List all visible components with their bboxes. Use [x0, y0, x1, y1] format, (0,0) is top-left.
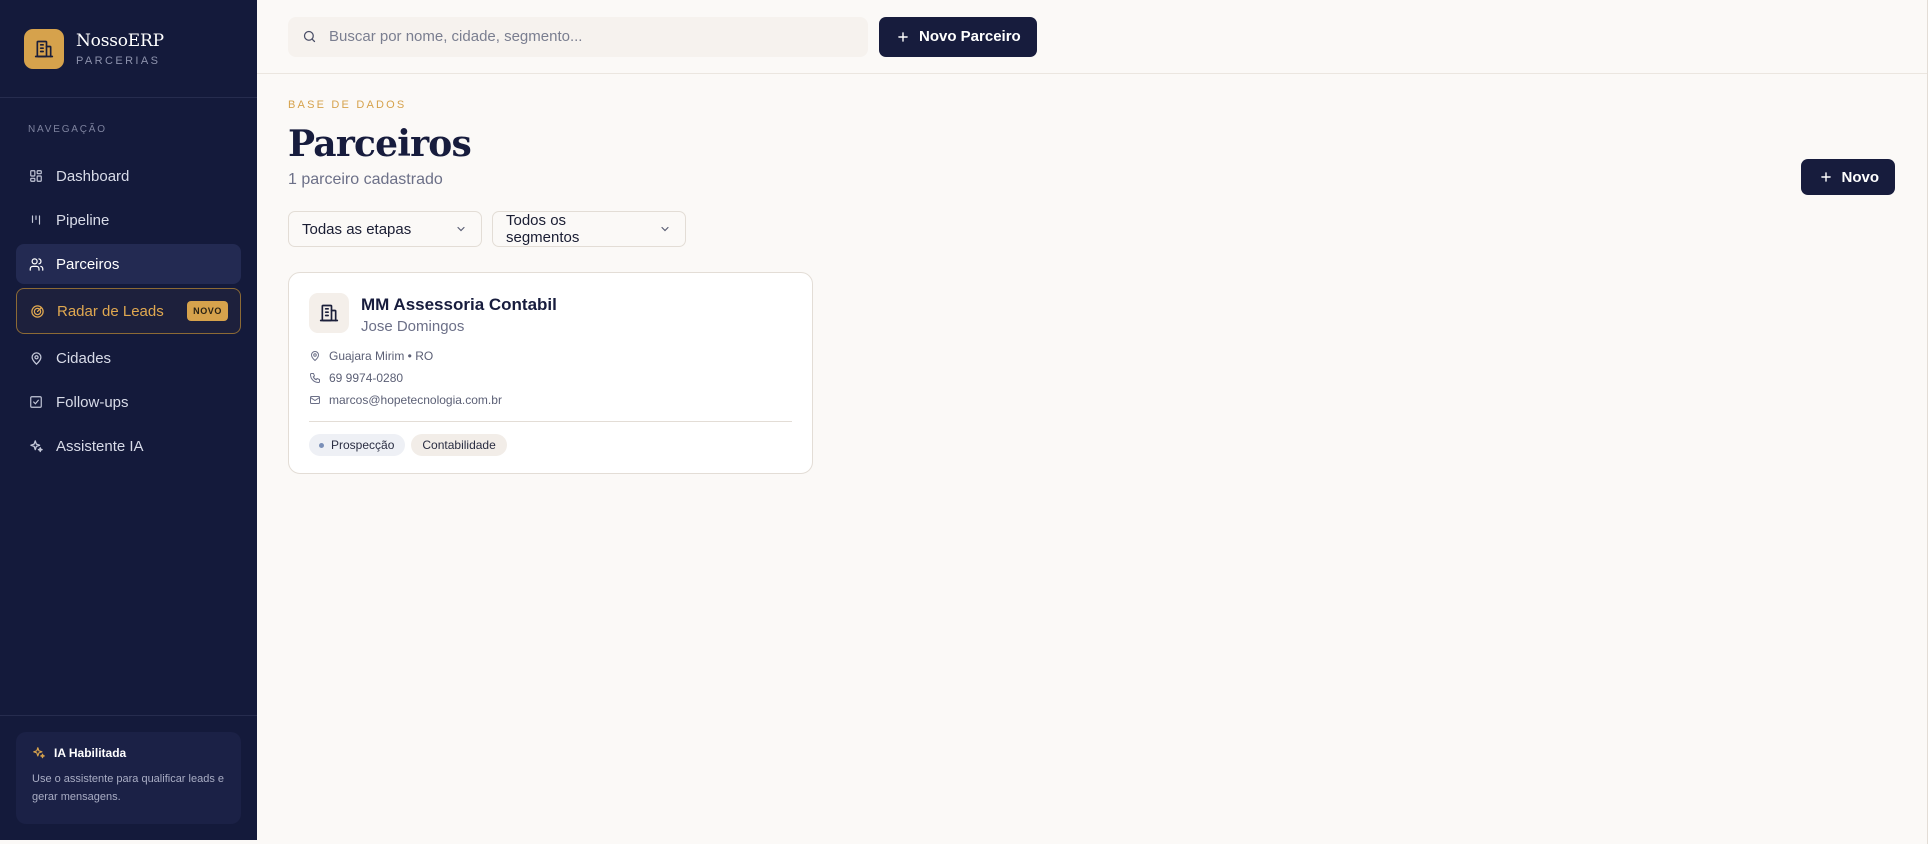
plus-icon [896, 30, 910, 44]
stage-dot [319, 442, 324, 448]
sidebar-item-label: Radar de Leads [57, 302, 164, 320]
brand[interactable]: NossoERP PARCERIAS [0, 0, 257, 98]
map-pin-icon [309, 350, 321, 362]
partner-card-header: MM Assessoria Contabil Jose Domingos [309, 293, 792, 335]
partner-info: Guajara Mirim • RO 69 9974-0280 marcos@h… [309, 347, 792, 408]
filters-bar: Todas as etapas Todos os segmentos [288, 211, 1897, 247]
plus-icon [1819, 170, 1833, 184]
partner-location: Guajara Mirim • RO [329, 348, 434, 363]
topbar: Novo Parceiro [257, 0, 1928, 74]
partner-phone[interactable]: 69 9974-0280 [329, 371, 403, 385]
grid-icon [28, 168, 44, 184]
stage-filter-value: Todas as etapas [302, 220, 412, 238]
building-icon [24, 28, 64, 69]
sidebar-item-cidades[interactable]: Cidades [16, 338, 241, 378]
page-title: Parceiros [288, 123, 472, 165]
partner-name: MM Assessoria Contabil [361, 295, 557, 314]
sidebar-footer: IA Habilitada Use o assistente para qual… [0, 715, 257, 840]
sidebar-item-follow-ups[interactable]: Follow-ups [16, 382, 241, 422]
brand-subtitle: PARCERIAS [76, 54, 161, 67]
partner-location-row: Guajara Mirim • RO [309, 347, 792, 364]
sidebar: NossoERP PARCERIAS NAVEGAÇÃO Dashboard P… [0, 0, 257, 840]
new-button-label: Novo [1841, 168, 1880, 186]
stage-tag: Prospecção [309, 434, 406, 456]
stage-filter-select[interactable]: Todas as etapas [288, 211, 482, 247]
partner-contact: Jose Domingos [361, 318, 465, 335]
sidebar-item-label: Follow-ups [56, 393, 129, 411]
segment-tag: Contabilidade [411, 434, 507, 456]
partner-tags: Prospecção Contabilidade [309, 434, 792, 456]
ia-card-description: Use o assistente para qualificar leads e… [32, 773, 224, 803]
kanban-icon [28, 212, 44, 228]
sidebar-nav: Dashboard Pipeline Parceiros Radar de Le… [0, 150, 257, 466]
chevron-down-icon [455, 223, 467, 235]
new-button[interactable]: Novo [1800, 159, 1895, 195]
radar-icon [29, 303, 45, 319]
sidebar-item-label: Assistente IA [56, 437, 144, 455]
new-partner-button[interactable]: Novo Parceiro [879, 16, 1037, 57]
stage-tag-label: Prospecção [331, 438, 395, 452]
partner-card-titles: MM Assessoria Contabil Jose Domingos [361, 293, 557, 335]
page-eyebrow: BASE DE DADOS [288, 99, 407, 111]
sidebar-item-label: Cidades [56, 349, 112, 367]
partners-page: BASE DE DADOS Parceiros 1 parceiro cadas… [257, 74, 1928, 474]
ia-card-title: IA Habilitada [54, 746, 127, 760]
check-square-icon [28, 394, 44, 410]
sparkles-icon [28, 438, 44, 454]
sidebar-item-assistente-ia[interactable]: Assistente IA [16, 426, 241, 466]
sidebar-item-pipeline[interactable]: Pipeline [16, 200, 241, 240]
partner-email-row: marcos@hopetecnologia.com.br [309, 391, 792, 408]
sidebar-item-parceiros[interactable]: Parceiros [16, 244, 241, 284]
page-subtitle: 1 parceiro cadastrado [288, 171, 443, 188]
users-icon [28, 256, 44, 272]
sidebar-item-label: Dashboard [56, 167, 130, 185]
sidebar-item-radar-de-leads[interactable]: Radar de Leads NOVO [16, 288, 241, 334]
segment-filter-value: Todos os segmentos [506, 212, 580, 246]
sidebar-item-label: Pipeline [56, 211, 110, 229]
sidebar-item-dashboard[interactable]: Dashboard [16, 156, 241, 196]
search-icon [302, 29, 317, 44]
brand-text: NossoERP PARCERIAS [76, 31, 164, 67]
partner-email[interactable]: marcos@hopetecnologia.com.br [329, 393, 502, 407]
nav-heading: NAVEGAÇÃO [28, 124, 107, 135]
partner-card[interactable]: MM Assessoria Contabil Jose Domingos Gua… [288, 272, 813, 474]
segment-filter-select[interactable]: Todos os segmentos [492, 211, 686, 247]
phone-icon [309, 372, 321, 384]
search-input[interactable] [329, 28, 829, 45]
main-content: Novo Parceiro BASE DE DADOS Parceiros 1 … [257, 0, 1928, 844]
card-divider [309, 421, 792, 422]
mail-icon [309, 394, 321, 406]
map-pin-icon [28, 350, 44, 366]
new-badge: NOVO [187, 301, 228, 321]
search-box[interactable] [288, 16, 868, 57]
new-partner-label: Novo Parceiro [919, 28, 1021, 45]
building-icon [309, 293, 349, 333]
ia-card-title-row: IA Habilitada [32, 746, 225, 760]
sidebar-item-label: Parceiros [56, 255, 120, 273]
partner-phone-row: 69 9974-0280 [309, 369, 792, 386]
sparkles-icon [32, 746, 46, 760]
brand-name: NossoERP [76, 30, 164, 51]
ia-enabled-card: IA Habilitada Use o assistente para qual… [16, 732, 241, 824]
app-root: NossoERP PARCERIAS NAVEGAÇÃO Dashboard P… [0, 0, 1928, 844]
chevron-down-icon [659, 223, 671, 235]
